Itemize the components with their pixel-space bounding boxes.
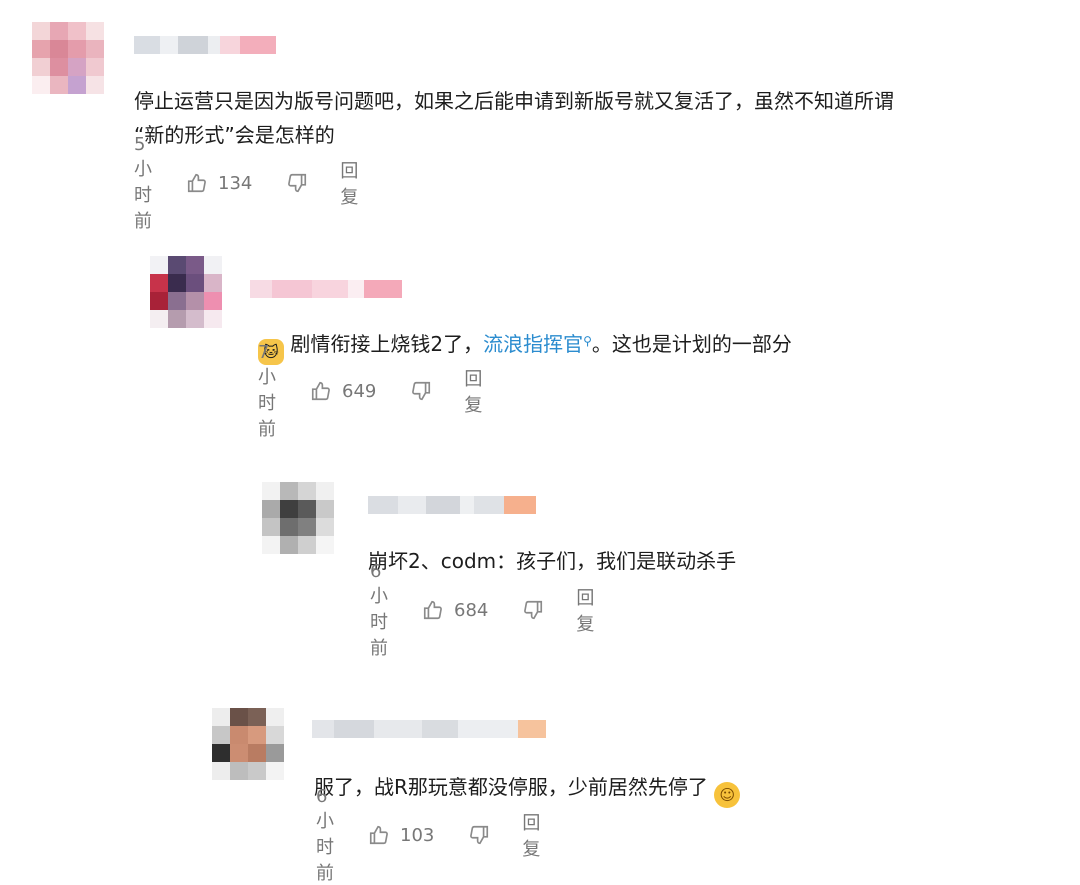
dislike-button[interactable] — [410, 380, 432, 402]
reply-button[interactable]: 回复 — [576, 584, 594, 636]
thumbs-up-icon — [311, 381, 330, 401]
timestamp: 5小时前 — [134, 133, 152, 232]
comment-text: 崩坏2、codm：孩子们，我们是联动杀手 — [368, 549, 737, 573]
thumbs-down-icon — [288, 173, 307, 193]
timestamp: 7小时前 — [258, 341, 276, 440]
username-blurred[interactable] — [312, 720, 546, 738]
like-count: 103 — [400, 824, 435, 846]
comment-text: 🐱 剧情衔接上烧钱2了，流浪指挥官⚲。这也是计划的一部分 — [258, 324, 792, 365]
avatar[interactable] — [262, 482, 334, 554]
comment-text: 服了，战R那玩意都没停服，少前居然先停了 ☺ — [314, 770, 741, 808]
like-button[interactable]: 649 — [310, 380, 376, 402]
like-button[interactable]: 684 — [422, 599, 488, 621]
comment-meta: 5小时前 134 回复 — [134, 134, 358, 232]
username-blurred[interactable] — [134, 36, 276, 54]
smirk-emoji-icon: ☺ — [714, 782, 741, 808]
like-button[interactable]: 134 — [186, 172, 252, 194]
like-count: 134 — [218, 172, 253, 194]
thumbs-down-icon — [524, 600, 543, 620]
timestamp: 6小时前 — [370, 560, 388, 659]
reply-button[interactable]: 回复 — [340, 157, 358, 209]
avatar[interactable] — [32, 22, 104, 94]
thumbs-up-icon — [423, 600, 442, 620]
like-button[interactable]: 103 — [368, 824, 434, 846]
reply-button[interactable]: 回复 — [522, 809, 540, 861]
thumbs-up-icon — [369, 825, 388, 845]
dislike-button[interactable] — [522, 599, 544, 621]
avatar[interactable] — [150, 256, 226, 328]
comment-meta: 7小时前 649 回复 — [258, 342, 482, 440]
comment-meta: 6小时前 103 回复 — [316, 786, 540, 884]
comment-text: 停止运营只是因为版号问题吧，如果之后能申请到新版号就又复活了，虽然不知道所谓 “… — [134, 89, 894, 147]
avatar[interactable] — [212, 708, 284, 780]
username-blurred[interactable] — [368, 496, 536, 514]
search-icon: ⚲ — [583, 334, 592, 348]
timestamp: 6小时前 — [316, 785, 334, 884]
thumbs-down-icon — [470, 825, 489, 845]
comment-meta: 6小时前 684 回复 — [370, 561, 594, 659]
like-count: 649 — [342, 380, 377, 402]
username-blurred[interactable] — [250, 280, 402, 298]
thumbs-up-icon — [187, 173, 206, 193]
like-count: 684 — [454, 599, 489, 621]
dislike-button[interactable] — [468, 824, 490, 846]
dislike-button[interactable] — [286, 172, 308, 194]
mention-link[interactable]: 流浪指挥官 — [483, 332, 583, 356]
reply-button[interactable]: 回复 — [464, 365, 482, 417]
thumbs-down-icon — [412, 381, 431, 401]
